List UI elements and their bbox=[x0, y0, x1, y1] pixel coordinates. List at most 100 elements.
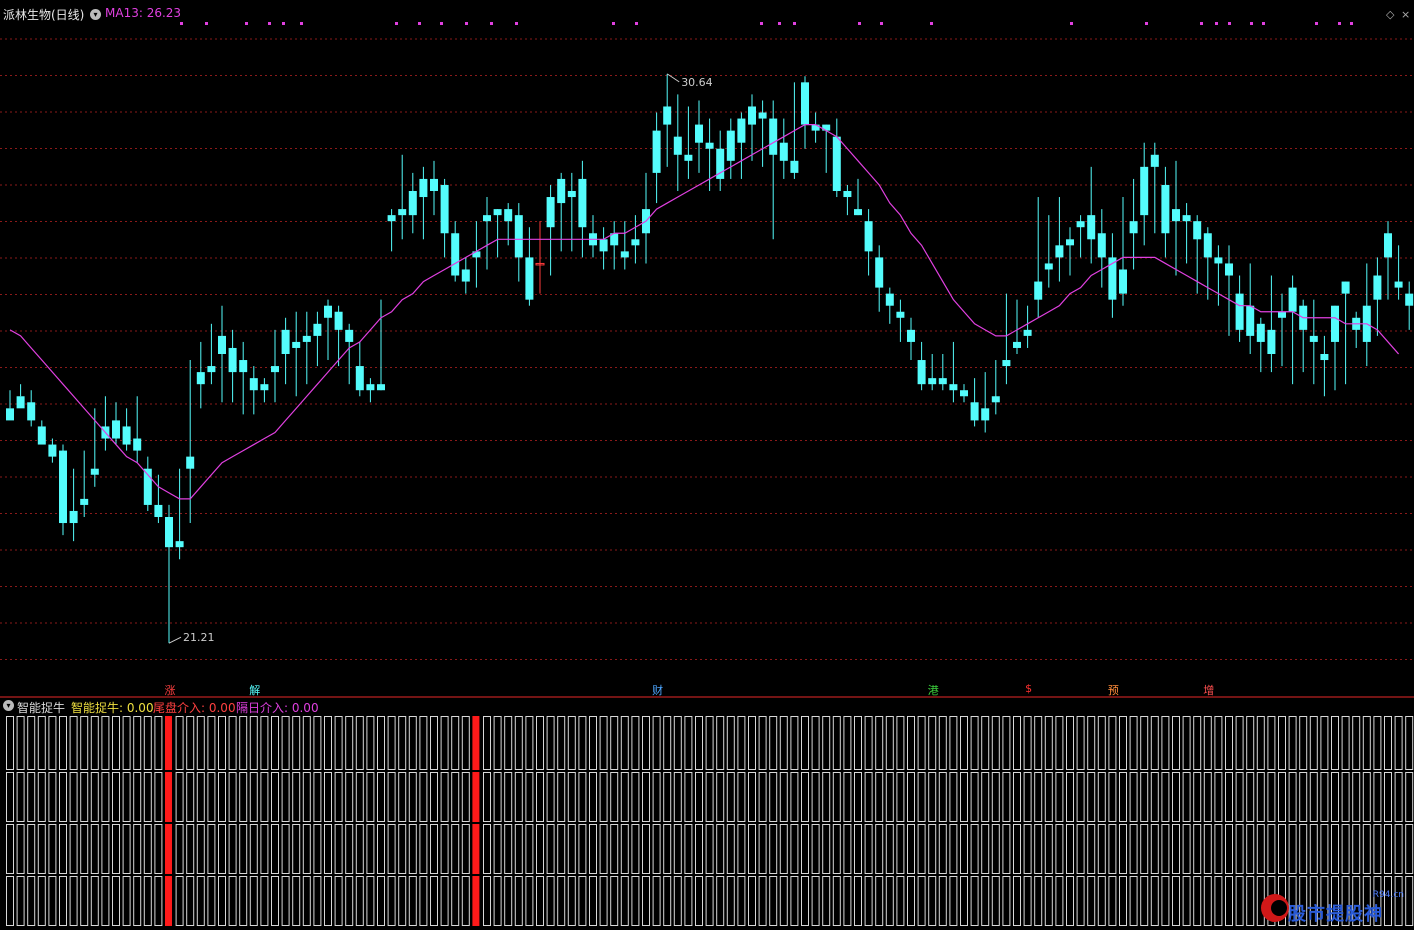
indicator-bar bbox=[48, 876, 57, 926]
indicator-bar bbox=[557, 716, 566, 770]
indicator-bar bbox=[536, 824, 544, 874]
indicator-bar bbox=[1214, 876, 1223, 926]
indicator-bar bbox=[1066, 772, 1074, 822]
indicator-bar bbox=[822, 772, 831, 822]
indicator-bar bbox=[1013, 876, 1021, 926]
indicator-bar bbox=[1119, 772, 1127, 822]
indicator-bar bbox=[112, 824, 120, 874]
indicator-bar bbox=[896, 772, 905, 822]
indicator-bar bbox=[896, 824, 905, 874]
indicator-bar bbox=[1299, 716, 1308, 770]
indicator-bar bbox=[822, 824, 831, 874]
indicator-bar bbox=[143, 824, 152, 874]
indicator-bar bbox=[907, 876, 915, 926]
indicator-bar bbox=[822, 876, 831, 926]
indicator-bar bbox=[737, 876, 746, 926]
indicator-bar bbox=[620, 824, 629, 874]
indicator-bar bbox=[387, 716, 396, 770]
indicator-bar bbox=[567, 772, 576, 822]
indicator-bar bbox=[875, 772, 884, 822]
indicator-bar bbox=[218, 716, 226, 770]
indicator-bar bbox=[1299, 772, 1308, 822]
indicator-bar bbox=[80, 824, 89, 874]
indicator-bar bbox=[620, 716, 629, 770]
indicator-bar bbox=[1288, 772, 1297, 822]
indicator-bar bbox=[239, 772, 248, 822]
indicator-bar bbox=[1150, 824, 1159, 874]
indicator-bar bbox=[642, 772, 650, 822]
indicator-bar bbox=[938, 716, 947, 770]
indicator-bar bbox=[228, 824, 237, 874]
indicator-bar bbox=[37, 824, 46, 874]
indicator-bar bbox=[949, 772, 958, 822]
indicator-bar bbox=[143, 772, 152, 822]
indicator-bar bbox=[864, 876, 873, 926]
indicator-bar bbox=[525, 876, 534, 926]
indicator-bar bbox=[875, 716, 884, 770]
indicator-bar bbox=[896, 876, 905, 926]
indicator-bar bbox=[758, 824, 767, 874]
indicator-bar bbox=[758, 876, 767, 926]
indicator-bar bbox=[748, 772, 756, 822]
indicator-bar bbox=[1246, 876, 1255, 926]
indicator-chart[interactable] bbox=[0, 0, 1414, 930]
indicator-bar bbox=[1097, 876, 1106, 926]
indicator-bar bbox=[1203, 772, 1212, 822]
indicator-bar bbox=[695, 876, 703, 926]
indicator-bar bbox=[1267, 772, 1276, 822]
indicator-bar bbox=[398, 716, 407, 770]
indicator-bar bbox=[239, 824, 248, 874]
indicator-bar bbox=[16, 876, 25, 926]
indicator-bar bbox=[207, 716, 216, 770]
indicator-bar bbox=[1044, 716, 1053, 770]
indicator-bar bbox=[1405, 716, 1414, 770]
indicator-bar bbox=[196, 824, 205, 874]
indicator-bar bbox=[1150, 716, 1159, 770]
indicator-bar bbox=[69, 876, 78, 926]
indicator-signal-bar bbox=[472, 716, 480, 770]
indicator-bar bbox=[355, 716, 364, 770]
indicator-bar bbox=[1172, 772, 1180, 822]
indicator-bar bbox=[37, 876, 46, 926]
indicator-bar bbox=[991, 772, 1000, 822]
indicator-bar bbox=[1002, 824, 1011, 874]
indicator-bar bbox=[69, 824, 78, 874]
indicator-bar bbox=[80, 876, 89, 926]
indicator-bar bbox=[1140, 772, 1149, 822]
indicator-bar bbox=[620, 876, 629, 926]
indicator-bar bbox=[1235, 772, 1244, 822]
indicator-bar bbox=[769, 772, 778, 822]
indicator-bar bbox=[875, 876, 884, 926]
indicator-bar bbox=[536, 876, 544, 926]
indicator-bar bbox=[546, 772, 555, 822]
indicator-bar bbox=[1182, 772, 1191, 822]
indicator-signal-bar bbox=[165, 716, 172, 770]
indicator-bar bbox=[1044, 824, 1053, 874]
indicator-bar bbox=[271, 716, 279, 770]
indicator-bar bbox=[1373, 716, 1382, 770]
indicator-bar bbox=[302, 824, 311, 874]
indicator-bar bbox=[101, 716, 110, 770]
indicator-bar bbox=[779, 716, 788, 770]
indicator-bar bbox=[271, 772, 279, 822]
indicator-bar bbox=[726, 876, 735, 926]
indicator-bar bbox=[59, 716, 67, 770]
indicator-bar bbox=[578, 716, 587, 770]
indicator-bar bbox=[928, 716, 937, 770]
indicator-bar bbox=[1129, 824, 1138, 874]
indicator-bar bbox=[546, 876, 555, 926]
indicator-bar bbox=[599, 824, 608, 874]
indicator-bar bbox=[737, 772, 746, 822]
indicator-bar bbox=[154, 772, 163, 822]
indicator-bar bbox=[377, 876, 385, 926]
indicator-bar bbox=[101, 824, 110, 874]
indicator-bar bbox=[981, 716, 990, 770]
indicator-bar bbox=[101, 772, 110, 822]
indicator-bar bbox=[387, 824, 396, 874]
indicator-bar bbox=[377, 824, 385, 874]
indicator-bar bbox=[1002, 772, 1011, 822]
indicator-bar bbox=[260, 772, 269, 822]
indicator-bar bbox=[377, 772, 385, 822]
indicator-bar bbox=[483, 876, 491, 926]
indicator-bar bbox=[854, 876, 862, 926]
